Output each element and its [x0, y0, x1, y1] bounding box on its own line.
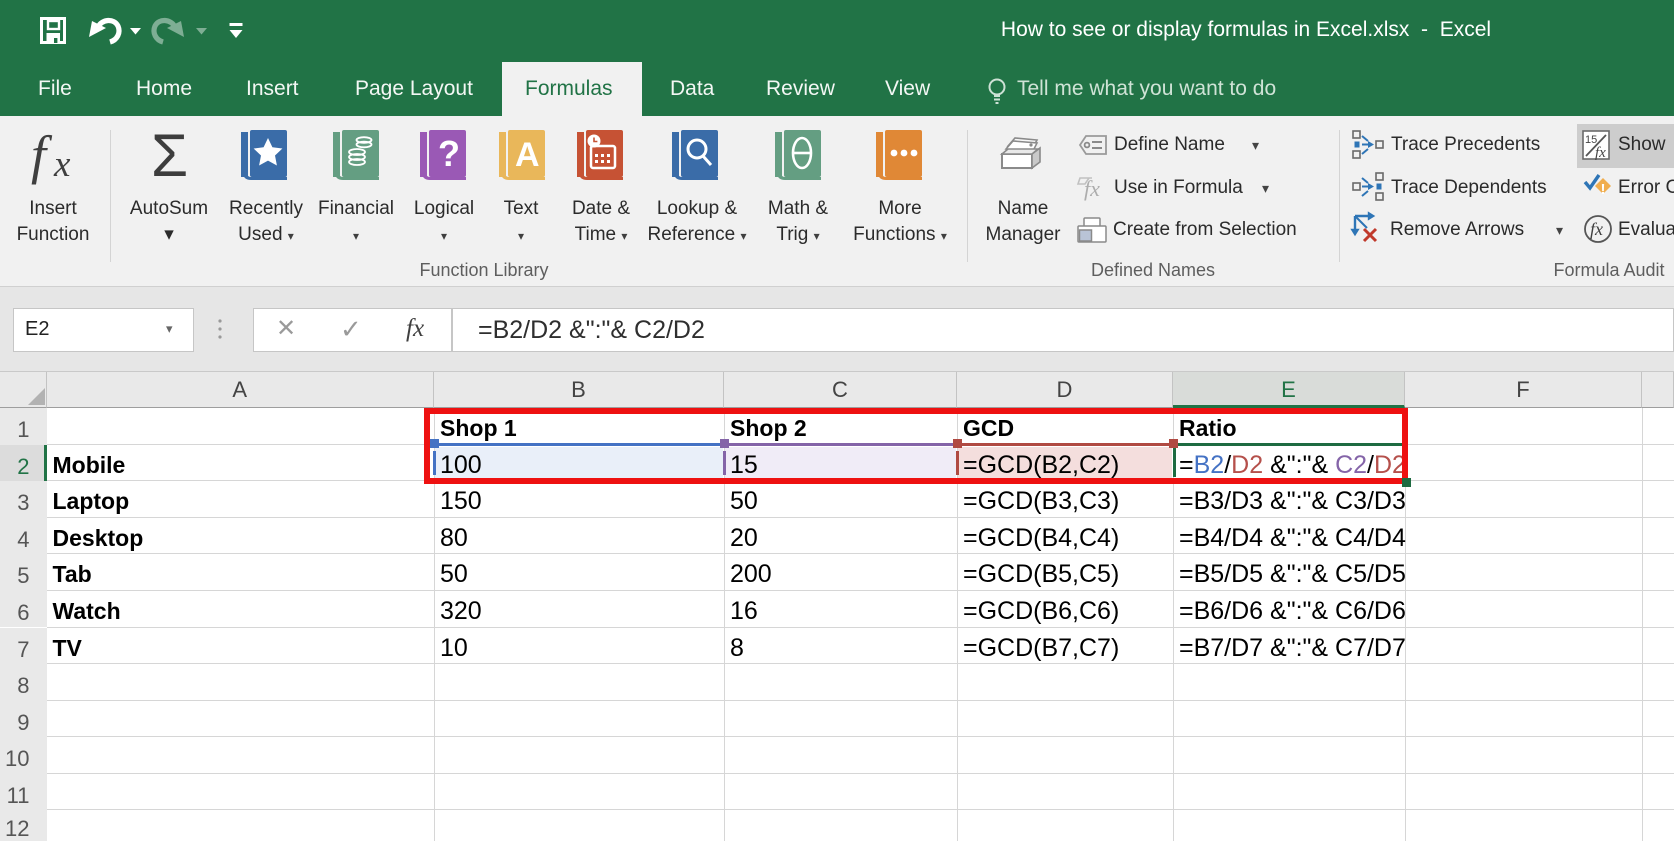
svg-text:A: A	[515, 136, 540, 174]
svg-text:x: x	[53, 144, 71, 185]
svg-text:!: !	[1601, 181, 1606, 198]
svg-text:fx: fx	[1595, 145, 1606, 161]
svg-text:?: ?	[438, 133, 460, 174]
svg-text:fx: fx	[1590, 219, 1603, 239]
svg-text:f: f	[31, 125, 53, 185]
svg-text:fx: fx	[1084, 176, 1100, 201]
